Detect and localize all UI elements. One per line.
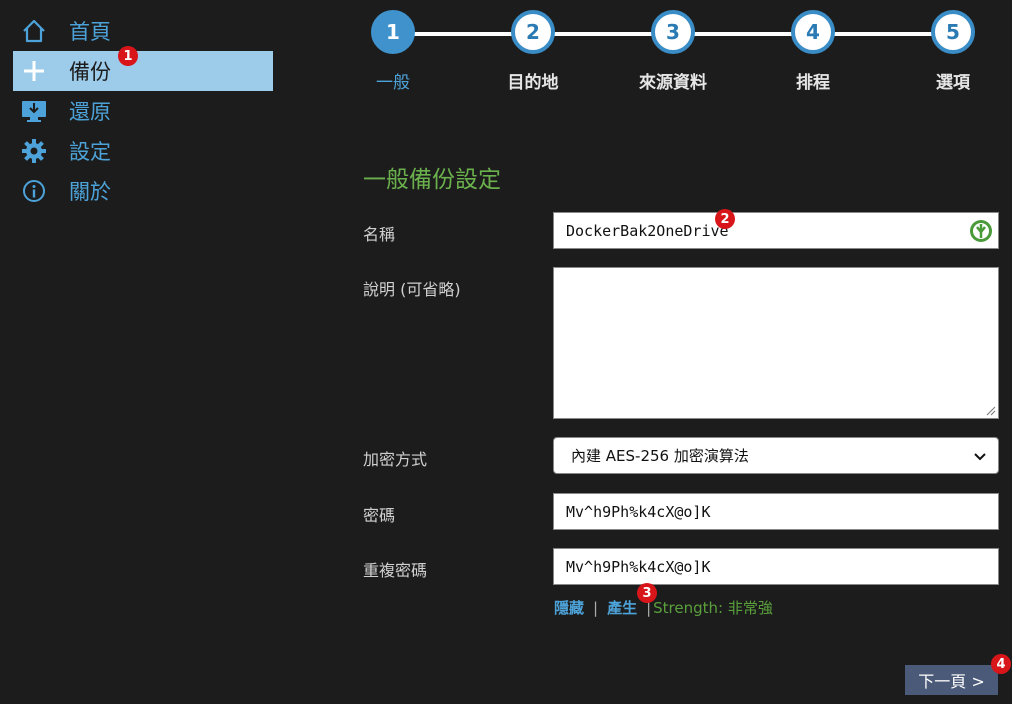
password-value: Mv^h9Ph%k4cX@o]K [566,502,711,521]
gear-icon [13,138,55,164]
step-label: 選項 [936,73,970,93]
generate-password-link[interactable]: 產生 [607,597,637,618]
hide-password-link[interactable]: 隱藏 [554,597,584,618]
step-label: 一般 [376,73,410,93]
step-number: 1 [371,10,415,54]
repeat-password-value: Mv^h9Ph%k4cX@o]K [566,557,711,576]
description-textarea[interactable] [553,267,999,419]
sidebar-item-restore[interactable]: 還原 [13,91,273,131]
sidebar-item-home[interactable]: 首頁 [13,11,273,51]
sidebar-item-settings[interactable]: 設定 [13,131,273,171]
password-label: 密碼 [363,506,396,525]
repeat-password-label: 重複密碼 [363,561,428,580]
annotation-badge: 1 [118,46,138,66]
step-number: 5 [931,10,975,54]
separator: | [593,598,599,617]
password-manager-icon[interactable] [969,219,993,247]
sidebar-item-label: 還原 [69,100,111,124]
encryption-label: 加密方式 [363,450,428,469]
name-input[interactable]: DockerBak2OneDrive [553,212,999,249]
name-label: 名稱 [363,225,396,244]
description-label: 說明 (可省略) [363,280,461,299]
annotation-badge: 2 [715,209,735,229]
step-schedule[interactable]: 4 排程 [753,10,873,93]
sidebar-item-label: 設定 [69,140,111,164]
sidebar-item-label: 關於 [69,180,111,204]
step-number: 2 [511,10,555,54]
chevron-down-icon [974,447,986,465]
section-title: 一般備份設定 [363,167,501,193]
home-icon [13,18,55,44]
password-strength-text: Strength: 非常強 [653,599,773,617]
wizard-stepper: 1 一般 2 目的地 3 來源資料 4 排程 5 選項 [362,10,1012,93]
encryption-select[interactable]: 內建 AES-256 加密演算法 [553,437,999,474]
password-actions: 隱藏 | 產生 | Strength: 非常強 [554,597,773,618]
resize-handle-icon[interactable] [986,406,996,416]
info-icon [13,178,55,204]
step-label: 排程 [796,73,830,93]
step-label: 來源資料 [639,73,707,93]
sidebar-item-backup[interactable]: 備份 1 [13,46,273,91]
step-general[interactable]: 1 一般 [333,10,453,93]
encryption-value: 內建 AES-256 加密演算法 [571,447,749,465]
sidebar: 首頁 備份 1 還原 設定 關於 [13,11,273,211]
step-options[interactable]: 5 選項 [893,10,1012,93]
plus-icon [13,58,55,84]
step-destination[interactable]: 2 目的地 [473,10,593,93]
repeat-password-input[interactable]: Mv^h9Ph%k4cX@o]K [553,548,999,585]
name-value: DockerBak2OneDrive [566,221,729,240]
step-number: 3 [651,10,695,54]
password-input[interactable]: Mv^h9Ph%k4cX@o]K [553,493,999,530]
sidebar-item-label: 首頁 [69,20,111,44]
step-source-data[interactable]: 3 來源資料 [613,10,733,93]
step-label: 目的地 [507,73,559,93]
monitor-download-icon [13,98,55,124]
sidebar-item-label: 備份 [69,60,111,84]
sidebar-item-about[interactable]: 關於 [13,171,273,211]
annotation-badge: 4 [991,654,1011,674]
annotation-badge: 3 [637,583,657,603]
next-page-button[interactable]: 下一頁 > [905,665,998,695]
step-number: 4 [791,10,835,54]
